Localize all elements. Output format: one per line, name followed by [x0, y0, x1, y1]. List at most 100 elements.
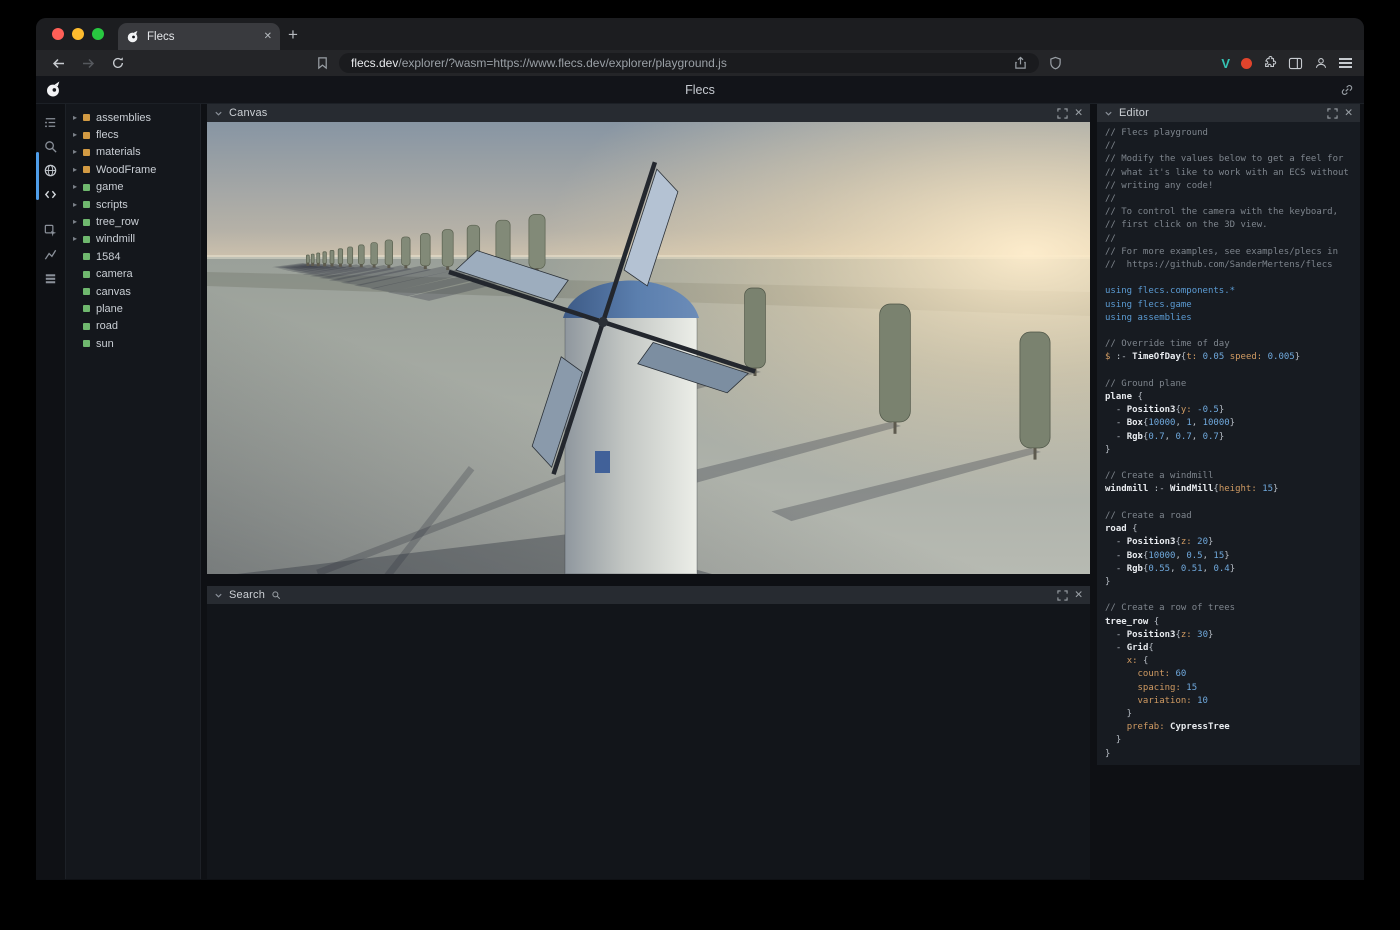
address-bar[interactable]: flecs.dev/explorer/?wasm=https://www.fle… — [339, 53, 1039, 73]
entity-kind-icon — [83, 305, 90, 312]
code-line: variation: 10 — [1105, 695, 1352, 708]
browser-tab[interactable]: Flecs ✕ — [118, 23, 280, 50]
extension-v-icon[interactable]: V — [1221, 56, 1230, 71]
entity-kind-icon — [83, 253, 90, 260]
stats-chart-icon[interactable] — [39, 242, 63, 266]
permalink-icon[interactable] — [1340, 83, 1354, 97]
shield-icon[interactable] — [1049, 56, 1062, 70]
chevron-right-icon[interactable]: ▸ — [73, 166, 83, 174]
chevron-down-icon[interactable] — [1104, 109, 1113, 118]
inspector-icon[interactable] — [39, 218, 63, 242]
entity-tree: ▸assemblies▸flecs▸materials▸WoodFrame▸ga… — [66, 104, 201, 879]
editor-code[interactable]: // Flecs playground//// Modify the value… — [1097, 122, 1360, 765]
search-icon[interactable] — [39, 134, 63, 158]
code-line: // what it's like to work with an ECS wi… — [1105, 167, 1352, 180]
chevron-right-icon[interactable]: ▸ — [73, 148, 83, 156]
chevron-right-icon[interactable]: ▸ — [73, 201, 83, 209]
outliner-icon[interactable] — [39, 110, 63, 134]
entity-kind-icon — [83, 184, 90, 191]
tree-item-label: WoodFrame — [96, 164, 156, 176]
url-host: flecs.dev — [351, 56, 398, 70]
close-icon[interactable]: ✕ — [1074, 107, 1083, 119]
canvas-3d-view[interactable] — [207, 122, 1090, 574]
reload-button[interactable] — [108, 54, 128, 72]
url-path: /explorer/?wasm=https://www.flecs.dev/ex… — [398, 56, 726, 70]
close-window-button[interactable] — [52, 28, 64, 40]
queues-icon[interactable] — [39, 266, 63, 290]
code-line: $ :- TimeOfDay{t: 0.05 speed: 0.005} — [1105, 351, 1352, 364]
tree-item[interactable]: ▸ materials — [66, 144, 200, 161]
tree-item[interactable]: plane — [66, 300, 200, 317]
close-icon[interactable]: ✕ — [1344, 107, 1353, 119]
new-tab-button[interactable]: + — [280, 22, 306, 48]
code-line: // Create a windmill — [1105, 470, 1352, 483]
search-results-area[interactable] — [207, 604, 1090, 879]
tree-item[interactable]: ▸tree_row — [66, 213, 200, 230]
app-body: ▸assemblies▸flecs▸materials▸WoodFrame▸ga… — [36, 104, 1364, 879]
tree-item[interactable]: ▸flecs — [66, 126, 200, 143]
tree-item-label: sun — [96, 338, 114, 350]
extension-red-icon[interactable] — [1241, 58, 1252, 69]
chevron-right-icon[interactable]: ▸ — [73, 183, 83, 191]
fullscreen-icon[interactable] — [1057, 590, 1068, 601]
back-button[interactable] — [48, 54, 68, 72]
fullscreen-icon[interactable] — [1327, 108, 1338, 119]
tree-item[interactable]: road — [66, 318, 200, 335]
tree-item[interactable]: ▸scripts — [66, 196, 200, 213]
code-line: // writing any code! — [1105, 180, 1352, 193]
code-line: plane { — [1105, 391, 1352, 404]
code-line: - Rgb{0.7, 0.7, 0.7} — [1105, 431, 1352, 444]
code-icon[interactable] — [39, 182, 63, 206]
entity-kind-icon — [83, 323, 90, 330]
flecs-favicon — [126, 30, 140, 44]
chevron-right-icon[interactable]: ▸ — [73, 131, 83, 139]
tree-item[interactable]: ▸ windmill — [66, 231, 200, 248]
extensions-puzzle-icon[interactable] — [1263, 56, 1277, 70]
tree-item[interactable]: ▸assemblies — [66, 109, 200, 126]
zoom-window-button[interactable] — [92, 28, 104, 40]
chevron-right-icon[interactable]: ▸ — [73, 114, 83, 122]
code-line: tree_row { — [1105, 616, 1352, 629]
tree-item[interactable]: ▸game — [66, 179, 200, 196]
code-line — [1105, 589, 1352, 602]
toolbar-extensions: V — [1221, 56, 1352, 71]
tab-close-icon[interactable]: ✕ — [264, 31, 272, 42]
chevron-right-icon[interactable]: ▸ — [73, 218, 83, 226]
menu-icon[interactable] — [1339, 58, 1352, 68]
code-line — [1105, 365, 1352, 378]
forward-button[interactable] — [78, 54, 98, 72]
tree-item[interactable]: ▸ WoodFrame — [66, 161, 200, 178]
share-icon[interactable] — [1014, 56, 1027, 70]
chevron-down-icon[interactable] — [214, 591, 223, 600]
close-icon[interactable]: ✕ — [1074, 589, 1083, 601]
chevron-right-icon[interactable]: ▸ — [73, 235, 83, 243]
code-line: - Position3{y: -0.5} — [1105, 404, 1352, 417]
icon-rail — [36, 104, 66, 879]
side-panel-icon[interactable] — [1288, 57, 1303, 70]
code-line: prefab: CypressTree — [1105, 721, 1352, 734]
code-line — [1105, 272, 1352, 285]
tree-item[interactable]: canvas — [66, 283, 200, 300]
active-panel-indicator — [36, 152, 39, 200]
tree-item[interactable]: 1584 — [66, 248, 200, 265]
tree-item-label: windmill — [96, 233, 135, 245]
app-header: Flecs — [36, 76, 1364, 104]
code-line: // Modify the values below to get a feel… — [1105, 153, 1352, 166]
bookmarks-icon[interactable] — [316, 56, 329, 70]
tree-item-label: materials — [96, 146, 141, 158]
chevron-down-icon[interactable] — [214, 109, 223, 118]
minimize-window-button[interactable] — [72, 28, 84, 40]
entity-kind-icon — [83, 149, 90, 156]
canvas-3d-scene — [207, 122, 1090, 574]
tree-item[interactable]: camera — [66, 266, 200, 283]
search-panel-header: Search ✕ — [207, 586, 1090, 604]
code-line: count: 60 — [1105, 668, 1352, 681]
globe-icon[interactable] — [39, 158, 63, 182]
fullscreen-icon[interactable] — [1057, 108, 1068, 119]
profile-avatar-icon[interactable] — [1314, 56, 1328, 70]
code-line: - Position3{z: 20} — [1105, 536, 1352, 549]
tree-item-label: canvas — [96, 286, 131, 298]
code-line: x: { — [1105, 655, 1352, 668]
code-line: // Override time of day — [1105, 338, 1352, 351]
tree-item[interactable]: sun — [66, 335, 200, 352]
